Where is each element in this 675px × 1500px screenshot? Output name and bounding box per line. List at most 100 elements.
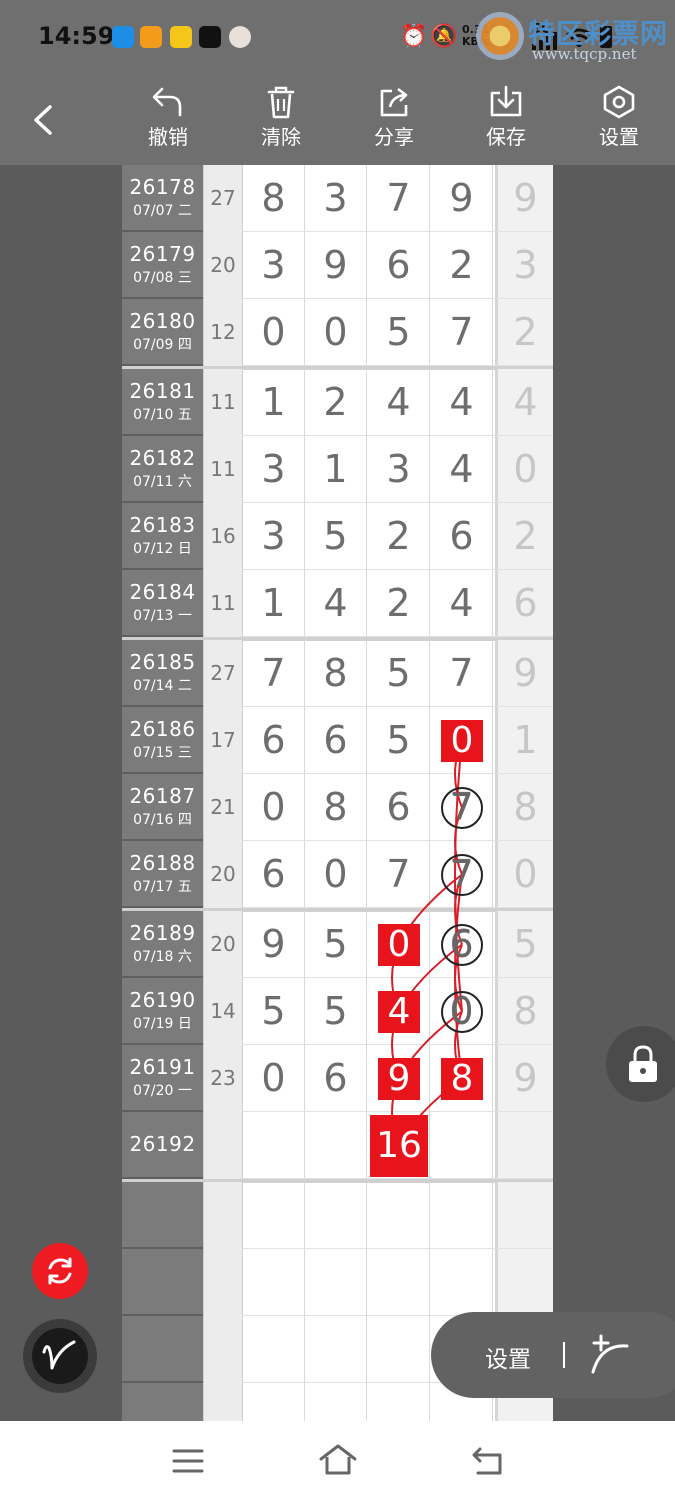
digit-cell[interactable]: 1 <box>243 570 305 637</box>
digit-cell[interactable]: 5 <box>368 299 430 366</box>
digit-cell[interactable] <box>243 1182 305 1249</box>
grid-row: 26181 07/10 五 11 1 2 4 4 4 <box>122 369 553 436</box>
circle-mark[interactable]: 7 <box>441 786 483 829</box>
digit-cell[interactable] <box>305 1182 367 1249</box>
digit-cell[interactable]: 9 <box>431 165 493 232</box>
digit-cell[interactable]: 9 <box>243 911 305 978</box>
issue-number: 26181 <box>129 379 196 403</box>
digit-cell[interactable]: 7 <box>431 299 493 366</box>
digit-cell[interactable] <box>305 1316 367 1383</box>
highlight-red-mark[interactable]: 0 <box>378 923 420 966</box>
digit-cell[interactable]: 1 <box>243 369 305 436</box>
sum-cell <box>203 1316 243 1383</box>
digit-cell[interactable]: 6 <box>243 841 305 908</box>
digit-cell[interactable]: 5 <box>368 707 430 774</box>
digit-cell[interactable]: 6 <box>305 707 367 774</box>
issue-date: 07/15 三 <box>133 745 192 761</box>
digit-cell[interactable]: 3 <box>305 165 367 232</box>
app-blue-icon <box>112 26 134 48</box>
digit-cell[interactable]: 9 <box>305 232 367 299</box>
draw-curve-icon[interactable] <box>587 1334 635 1378</box>
back-button[interactable] <box>22 97 68 143</box>
digit-cell[interactable]: 6 <box>368 774 430 841</box>
circle-mark[interactable]: 7 <box>441 853 483 896</box>
digit-cell[interactable]: 0 <box>243 1045 305 1112</box>
digit-cell[interactable]: 3 <box>368 436 430 503</box>
digit-cell[interactable] <box>368 1249 430 1316</box>
digit-cell[interactable]: 6 <box>305 1045 367 1112</box>
digit-cell[interactable]: 6 <box>431 503 493 570</box>
digit-cell[interactable] <box>431 1182 493 1249</box>
digit-cell[interactable]: 7 <box>368 165 430 232</box>
digit-cell[interactable]: 0 <box>305 299 367 366</box>
digit-cell[interactable] <box>368 1316 430 1383</box>
issue-cell: 26190 07/19 日 <box>122 978 203 1045</box>
digit-cell[interactable]: 7 <box>243 640 305 707</box>
digit-cell[interactable]: 2 <box>368 570 430 637</box>
digit-cell[interactable]: 2 <box>368 503 430 570</box>
home-icon[interactable] <box>318 1443 358 1477</box>
digit-cell[interactable]: 7 <box>431 640 493 707</box>
digit-cell[interactable] <box>305 1383 367 1421</box>
highlight-red-mark[interactable]: 0 <box>441 719 483 762</box>
digit-cell[interactable] <box>368 1182 430 1249</box>
digit-cell[interactable] <box>305 1112 367 1179</box>
highlight-red-mark[interactable]: 8 <box>441 1057 483 1100</box>
digit-cell[interactable]: 4 <box>431 369 493 436</box>
digit-cell[interactable]: 3 <box>243 232 305 299</box>
digit-cell[interactable]: 5 <box>243 978 305 1045</box>
digit-cell[interactable] <box>431 1112 493 1179</box>
digit-cell[interactable] <box>243 1112 305 1179</box>
circle-mark[interactable]: 0 <box>441 990 483 1033</box>
pen-button[interactable] <box>23 1319 97 1393</box>
digit-cell[interactable]: 0 <box>243 299 305 366</box>
pill-divider <box>563 1342 565 1368</box>
issue-cell: 26189 07/18 六 <box>122 911 203 978</box>
digit-cell[interactable]: 5 <box>305 503 367 570</box>
draw-settings-pill[interactable]: 设置 <box>431 1312 675 1398</box>
digit-cell[interactable]: 0 <box>243 774 305 841</box>
digit-cell[interactable]: 8 <box>243 165 305 232</box>
undo-button[interactable]: 撤销 <box>128 85 208 161</box>
digit-cell[interactable]: 4 <box>431 570 493 637</box>
digit-cell[interactable]: 4 <box>305 570 367 637</box>
save-button[interactable]: 保存 <box>466 85 546 161</box>
digit-cell[interactable]: 1 <box>305 436 367 503</box>
refresh-button[interactable] <box>32 1243 88 1299</box>
digit-cell[interactable] <box>243 1316 305 1383</box>
extra-digit-cell: 9 <box>495 165 553 232</box>
digit-cell[interactable]: 5 <box>305 911 367 978</box>
digit-cell[interactable]: 8 <box>305 640 367 707</box>
digit-cell[interactable]: 3 <box>243 503 305 570</box>
digit-cell[interactable] <box>368 1383 430 1421</box>
trend-grid[interactable]: 26178 07/07 二 27 8 3 7 9 9 26179 07/08 三 20 3 9 6 2 3 26… <box>122 165 553 1421</box>
menu-icon[interactable] <box>172 1447 204 1475</box>
digit-cell[interactable] <box>243 1249 305 1316</box>
digit-cell[interactable]: 2 <box>431 232 493 299</box>
digit-cell[interactable]: 5 <box>368 640 430 707</box>
share-button[interactable]: 分享 <box>354 85 434 161</box>
digit-cell[interactable]: 3 <box>243 436 305 503</box>
settings-button[interactable]: 设置 <box>579 85 659 161</box>
digit-cell[interactable]: 6 <box>368 232 430 299</box>
highlight-red-mark[interactable]: 4 <box>378 990 420 1033</box>
issue-date: 07/07 二 <box>133 203 192 219</box>
digit-cell[interactable]: 7 <box>368 841 430 908</box>
circle-mark[interactable]: 6 <box>441 923 483 966</box>
digit-cell[interactable]: 4 <box>431 436 493 503</box>
digit-cell[interactable]: 0 <box>305 841 367 908</box>
highlight-red-mark[interactable]: 16 <box>370 1114 428 1177</box>
lock-button[interactable] <box>606 1026 675 1102</box>
back-icon[interactable] <box>470 1445 506 1477</box>
highlight-red-mark[interactable]: 9 <box>378 1057 420 1100</box>
draw-settings-label[interactable]: 设置 <box>485 1340 531 1374</box>
digit-cell[interactable] <box>243 1383 305 1421</box>
digit-cell[interactable]: 2 <box>305 369 367 436</box>
digit-cell[interactable]: 6 <box>243 707 305 774</box>
digit-cell[interactable]: 4 <box>368 369 430 436</box>
digit-cell[interactable]: 5 <box>305 978 367 1045</box>
digit-cell[interactable] <box>305 1249 367 1316</box>
digit-cell[interactable]: 8 <box>305 774 367 841</box>
digit-cell[interactable] <box>431 1249 493 1316</box>
clear-button[interactable]: 清除 <box>241 85 321 161</box>
